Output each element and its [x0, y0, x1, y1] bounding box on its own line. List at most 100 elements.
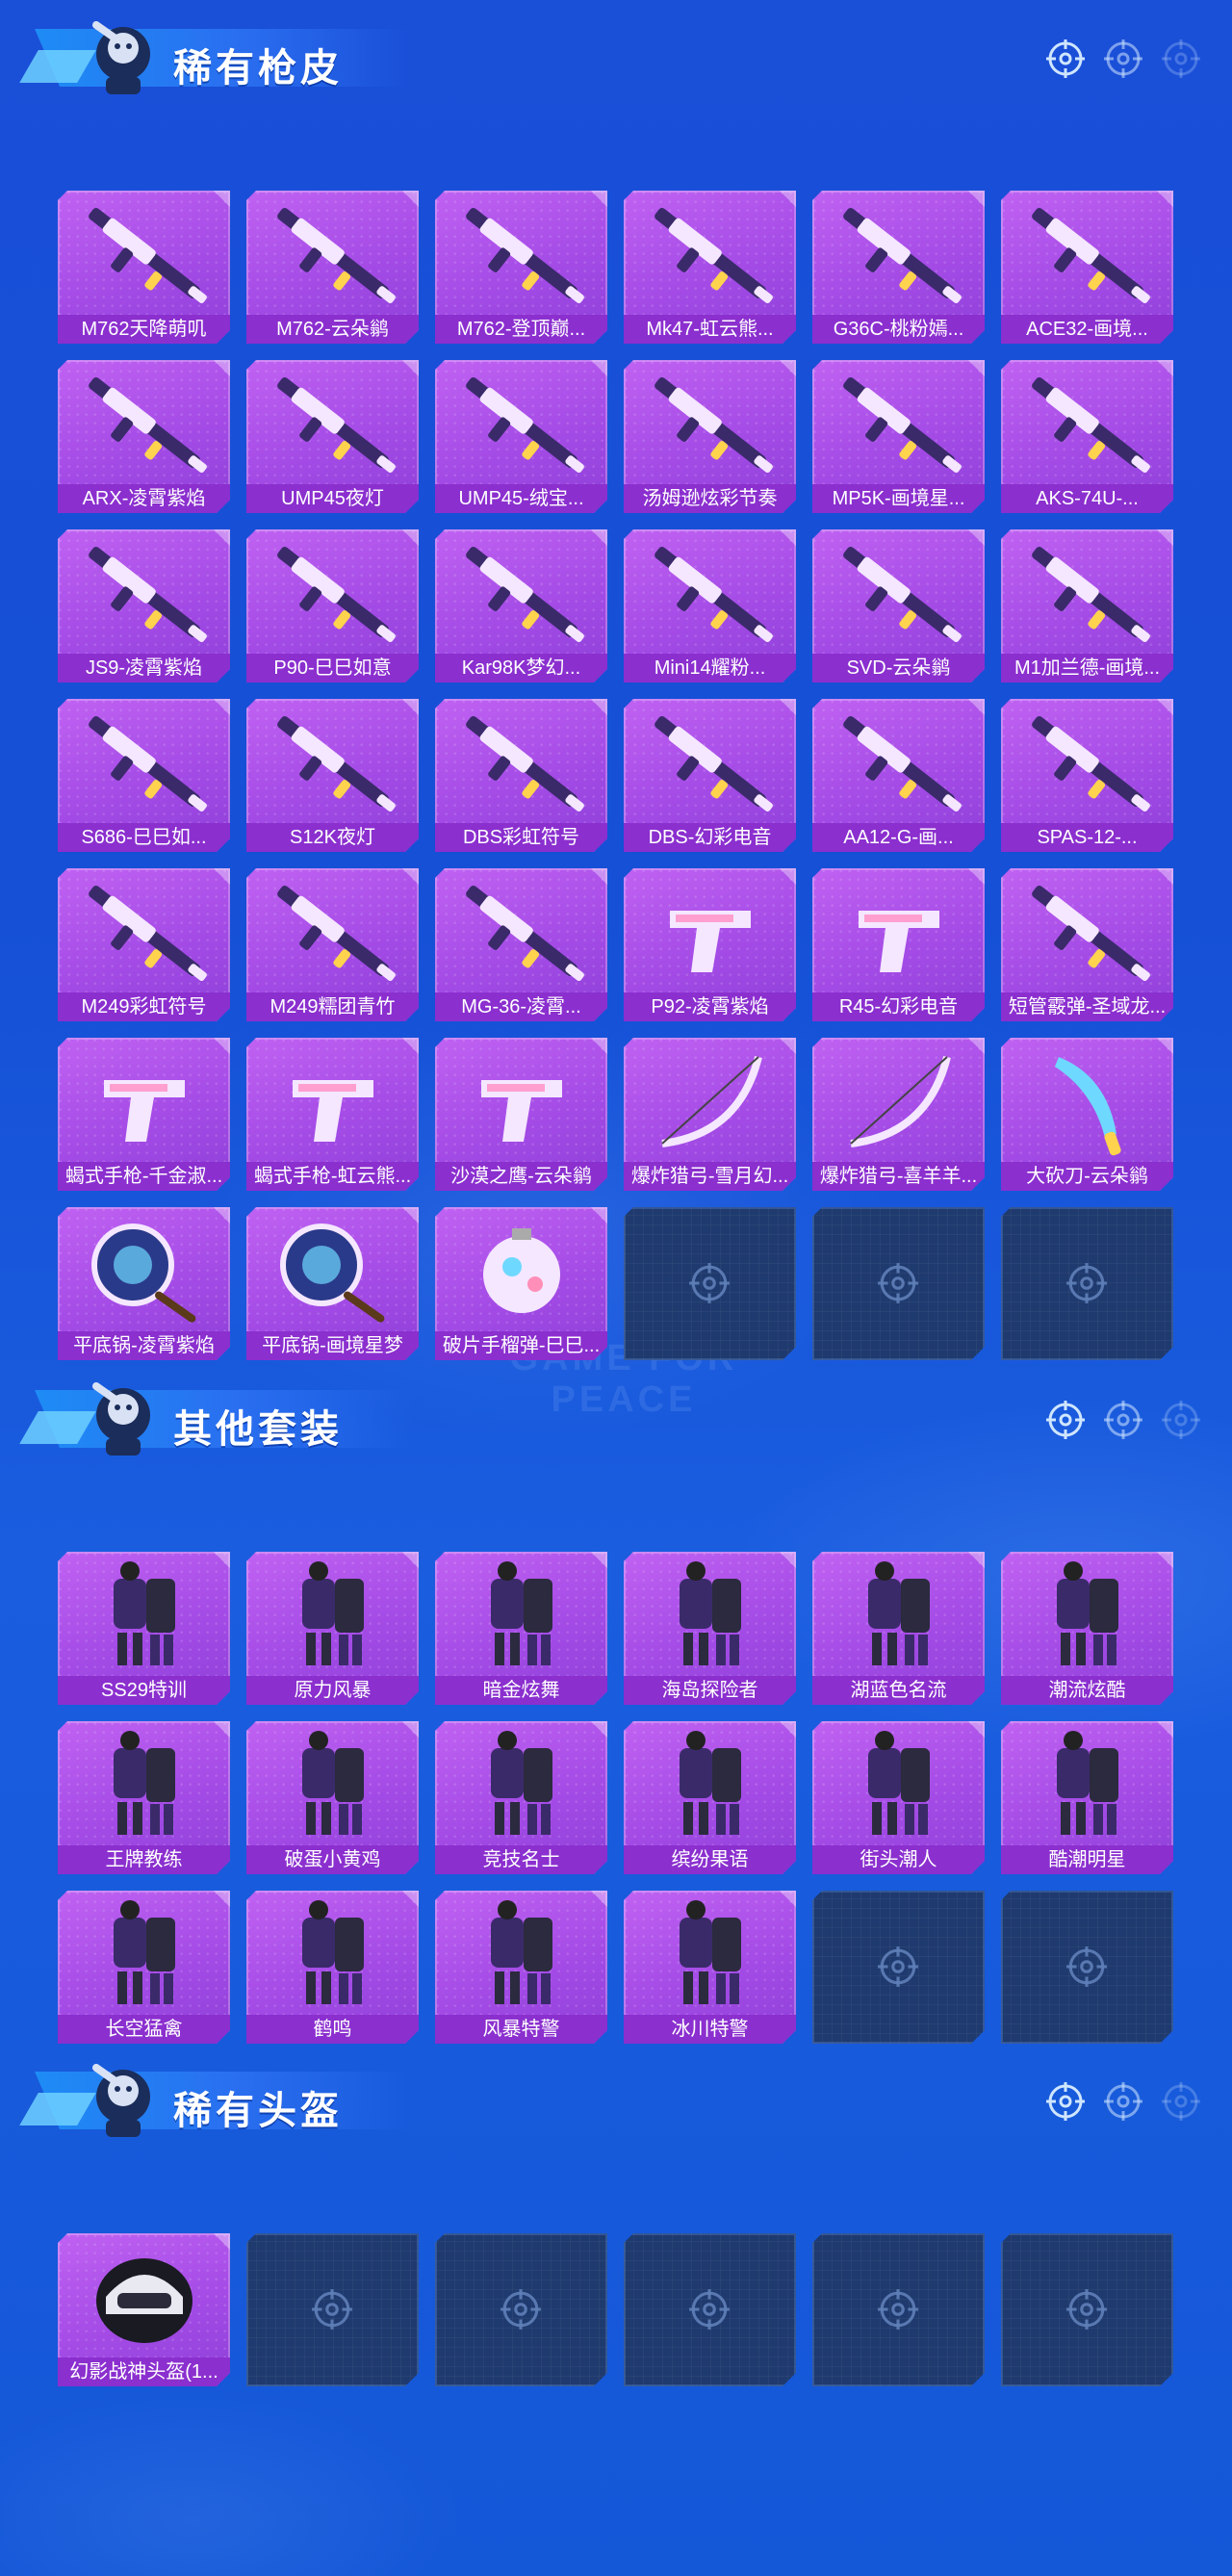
item-card[interactable]: 大砍刀-云朵鹟 [1001, 1038, 1173, 1191]
item-card[interactable]: Mk47-虹云熊... [624, 191, 796, 344]
item-grid: M762天降萌叽 M762-云朵鹟 M762-登顶巅... Mk47-虹云熊..… [58, 191, 1173, 1360]
item-label: 鹤鸣 [246, 2015, 419, 2044]
item-label: 爆炸猎弓-喜羊羊... [812, 1162, 985, 1191]
item-card[interactable]: ARX-凌霄紫焰 [58, 360, 230, 513]
item-card[interactable]: 沙漠之鹰-云朵鹟 [435, 1038, 607, 1191]
item-label: Mk47-虹云熊... [624, 315, 796, 344]
item-card[interactable]: SPAS-12-... [1001, 699, 1173, 852]
item-card[interactable]: SVD-云朵鹟 [812, 529, 985, 683]
item-label: DBS-幻彩电音 [624, 823, 796, 852]
reticle-icon [1103, 1400, 1143, 1442]
item-card[interactable]: 爆炸猎弓-雪月幻... [624, 1038, 796, 1191]
item-card[interactable]: M1加兰德-画境... [1001, 529, 1173, 683]
empty-slot [812, 1207, 985, 1360]
item-card[interactable]: 幻影战神头盔(1... [58, 2233, 230, 2386]
item-card[interactable]: 街头潮人 [812, 1721, 985, 1874]
item-card[interactable]: UMP45夜灯 [246, 360, 419, 513]
item-card[interactable]: 湖蓝色名流 [812, 1552, 985, 1705]
empty-slot [812, 2233, 985, 2386]
item-label: 蝎式手枪-千金淑... [58, 1162, 230, 1191]
item-card[interactable]: Mini14耀粉... [624, 529, 796, 683]
item-card[interactable]: R45-幻彩电音 [812, 868, 985, 1021]
item-label: 长空猛禽 [58, 2015, 230, 2044]
reticle-icon [1103, 39, 1143, 81]
item-card[interactable]: 爆炸猎弓-喜羊羊... [812, 1038, 985, 1191]
reticle-icon [1045, 39, 1086, 81]
item-card[interactable]: 暗金炫舞 [435, 1552, 607, 1705]
item-label: 平底锅-画境星梦 [246, 1331, 419, 1360]
reticle-decoration [1045, 2081, 1201, 2124]
item-card[interactable]: SS29特训 [58, 1552, 230, 1705]
item-label: 暗金炫舞 [435, 1676, 607, 1705]
item-card[interactable]: P92-凌霄紫焰 [624, 868, 796, 1021]
item-label: Kar98K梦幻... [435, 654, 607, 683]
item-label: 酷潮明星 [1001, 1845, 1173, 1874]
item-label: ARX-凌霄紫焰 [58, 484, 230, 513]
item-card[interactable]: 平底锅-凌霄紫焰 [58, 1207, 230, 1360]
item-card[interactable]: Kar98K梦幻... [435, 529, 607, 683]
item-card[interactable]: AA12-G-画... [812, 699, 985, 852]
item-card[interactable]: 鹤鸣 [246, 1891, 419, 2044]
item-label: M762-云朵鹟 [246, 315, 419, 344]
item-card[interactable]: UMP45-绒宝... [435, 360, 607, 513]
item-label: 蝎式手枪-虹云熊... [246, 1162, 419, 1191]
item-card[interactable]: M762-云朵鹟 [246, 191, 419, 344]
item-card[interactable]: G36C-桃粉嫣... [812, 191, 985, 344]
item-card[interactable]: 蝎式手枪-虹云熊... [246, 1038, 419, 1191]
item-label: SVD-云朵鹟 [812, 654, 985, 683]
item-card[interactable]: 缤纷果语 [624, 1721, 796, 1874]
item-card[interactable]: MP5K-画境星... [812, 360, 985, 513]
item-card[interactable]: 短管霰弹-圣域龙... [1001, 868, 1173, 1021]
item-label: P90-巳巳如意 [246, 654, 419, 683]
item-label: Mini14耀粉... [624, 654, 796, 683]
item-card[interactable]: 平底锅-画境星梦 [246, 1207, 419, 1360]
item-card[interactable]: M762-登顶巅... [435, 191, 607, 344]
item-card[interactable]: M249彩虹符号 [58, 868, 230, 1021]
item-label: 沙漠之鹰-云朵鹟 [435, 1162, 607, 1191]
item-card[interactable]: 海岛探险者 [624, 1552, 796, 1705]
reticle-icon [1161, 2081, 1201, 2124]
item-label: 幻影战神头盔(1... [58, 2357, 230, 2386]
item-card[interactable]: P90-巳巳如意 [246, 529, 419, 683]
item-label: AKS-74U-... [1001, 484, 1173, 513]
item-card[interactable]: S686-巳巳如... [58, 699, 230, 852]
item-card[interactable]: 破片手榴弹-巳巳... [435, 1207, 607, 1360]
item-label: AA12-G-画... [812, 823, 985, 852]
item-card[interactable]: 冰川特警 [624, 1891, 796, 2044]
item-card[interactable]: 破蛋小黄鸡 [246, 1721, 419, 1874]
item-card[interactable]: M249糯团青竹 [246, 868, 419, 1021]
item-card[interactable]: 酷潮明星 [1001, 1721, 1173, 1874]
empty-slot [812, 1891, 985, 2044]
item-label: 街头潮人 [812, 1845, 985, 1874]
item-card[interactable]: 潮流炫酷 [1001, 1552, 1173, 1705]
empty-slot [1001, 2233, 1173, 2386]
item-card[interactable]: 汤姆逊炫彩节奏 [624, 360, 796, 513]
item-card[interactable]: JS9-凌霄紫焰 [58, 529, 230, 683]
item-label: 竞技名士 [435, 1845, 607, 1874]
reticle-icon [1103, 2081, 1143, 2124]
item-card[interactable]: M762天降萌叽 [58, 191, 230, 344]
item-card[interactable]: 蝎式手枪-千金淑... [58, 1038, 230, 1191]
item-label: MG-36-凌霄... [435, 992, 607, 1021]
item-card[interactable]: 原力风暴 [246, 1552, 419, 1705]
item-label: DBS彩虹符号 [435, 823, 607, 852]
item-card[interactable]: S12K夜灯 [246, 699, 419, 852]
item-label: M762天降萌叽 [58, 315, 230, 344]
item-card[interactable]: MG-36-凌霄... [435, 868, 607, 1021]
item-card[interactable]: ACE32-画境... [1001, 191, 1173, 344]
item-card[interactable]: 竞技名士 [435, 1721, 607, 1874]
item-card[interactable]: 长空猛禽 [58, 1891, 230, 2044]
item-label: 冰川特警 [624, 2015, 796, 2044]
item-card[interactable]: 风暴特警 [435, 1891, 607, 2044]
item-label: 平底锅-凌霄紫焰 [58, 1331, 230, 1360]
item-card[interactable]: DBS-幻彩电音 [624, 699, 796, 852]
empty-slot [624, 1207, 796, 1360]
item-card[interactable]: 王牌教练 [58, 1721, 230, 1874]
empty-slot [246, 2233, 419, 2386]
mascot-icon [67, 1367, 164, 1463]
item-label: M249彩虹符号 [58, 992, 230, 1021]
item-card[interactable]: DBS彩虹符号 [435, 699, 607, 852]
item-label: 潮流炫酷 [1001, 1676, 1173, 1705]
item-card[interactable]: AKS-74U-... [1001, 360, 1173, 513]
section-header: 稀有头盔 [0, 2043, 1232, 2149]
